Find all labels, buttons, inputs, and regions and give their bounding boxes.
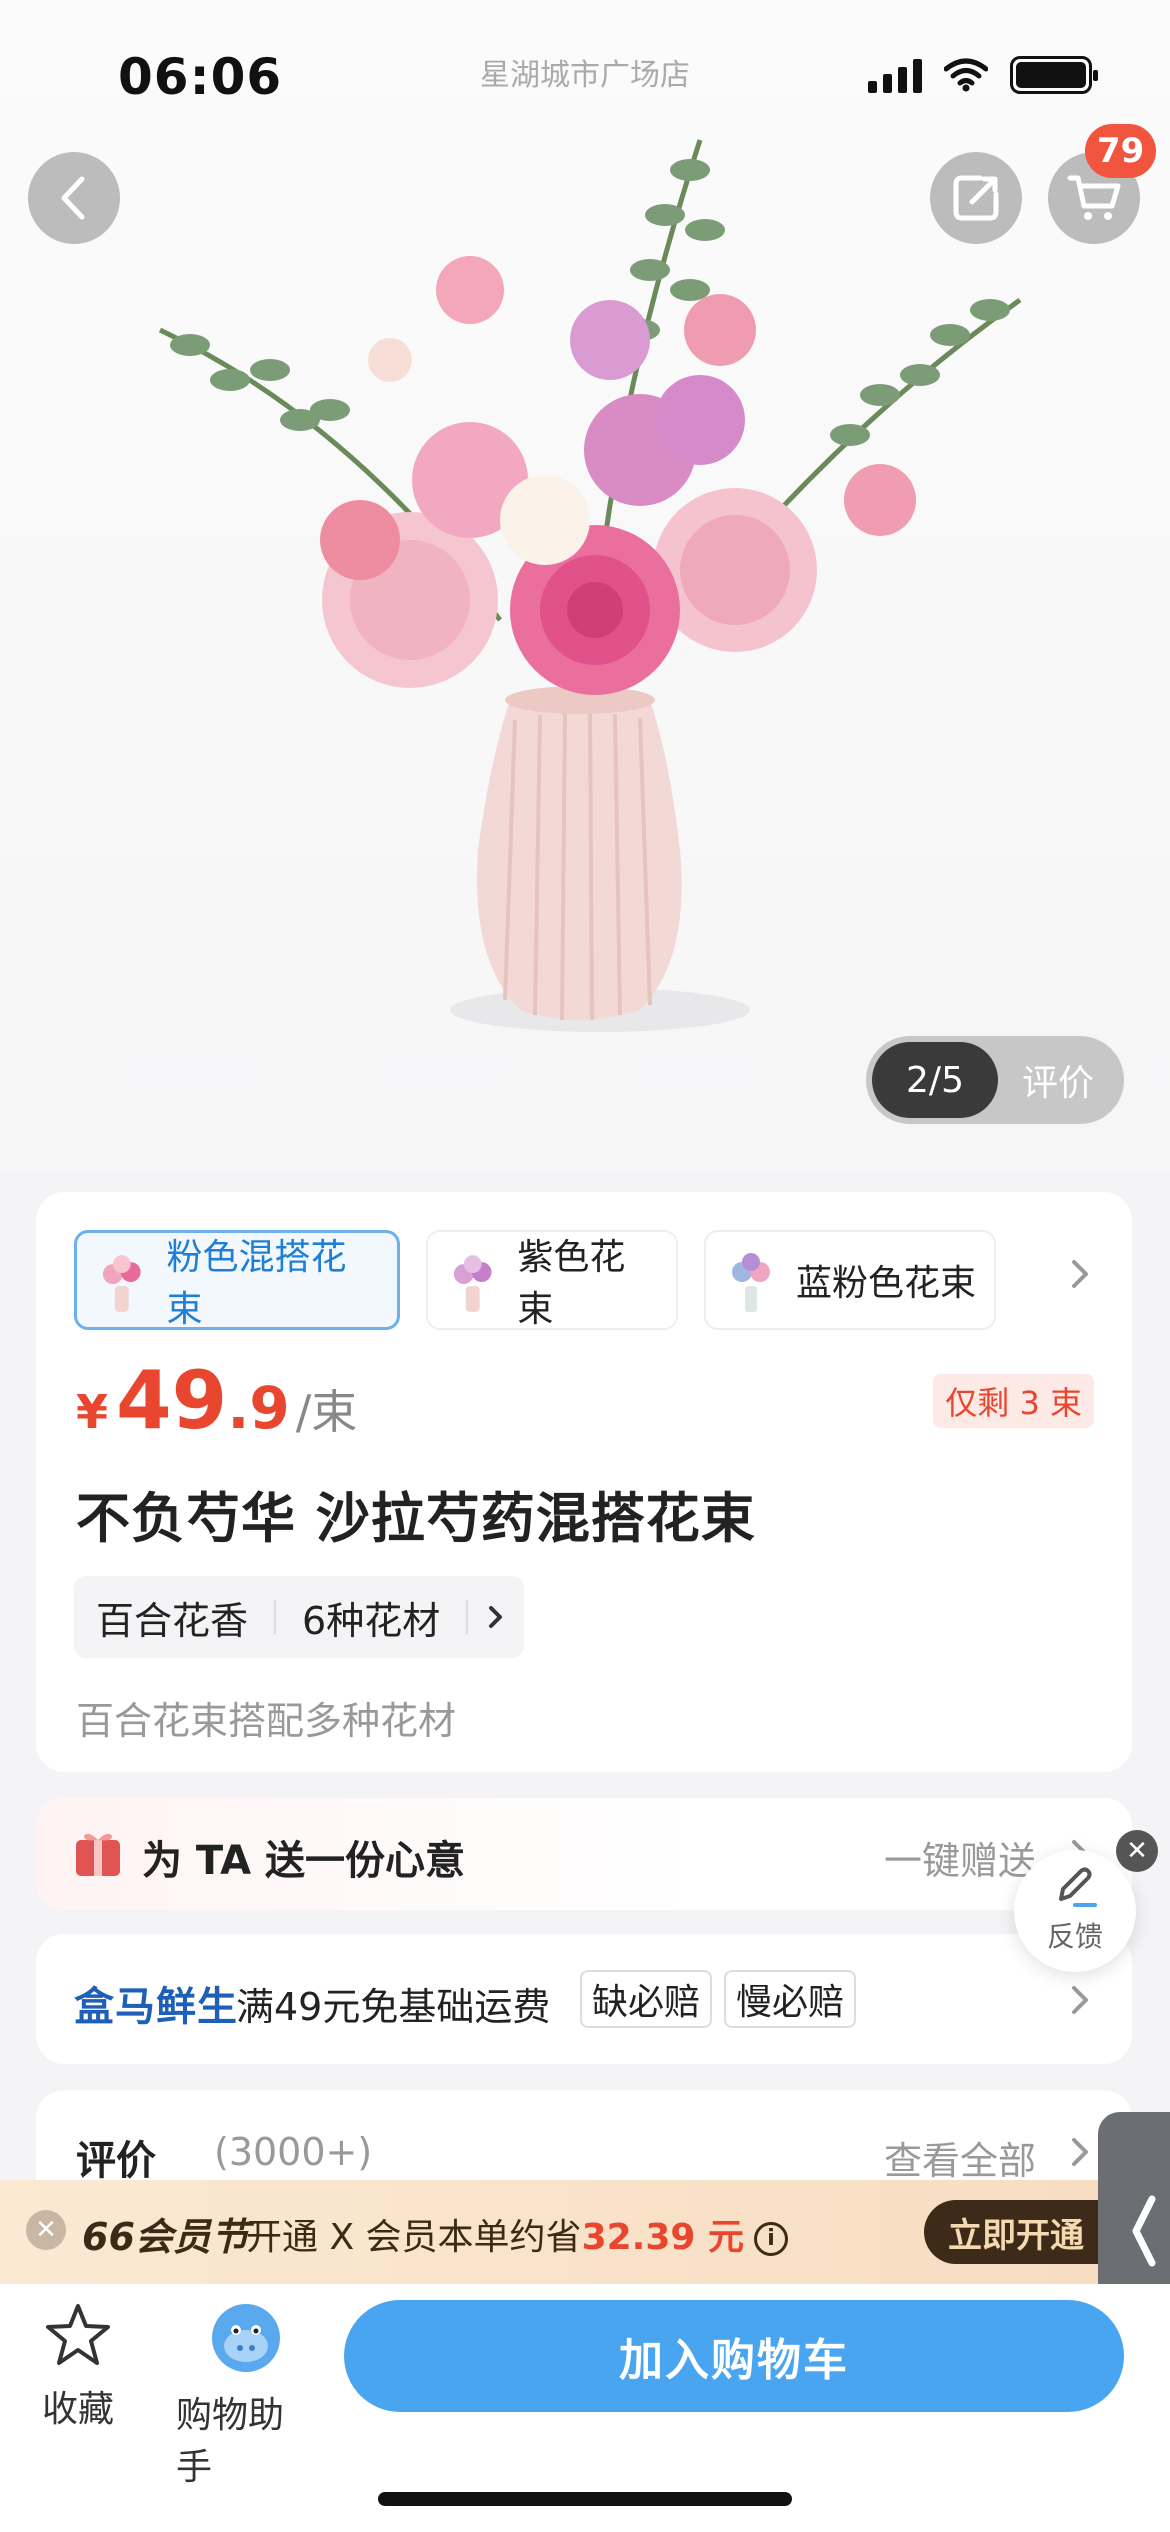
variant-label: 紫色花束 bbox=[517, 1237, 626, 1330]
reviews-count: (3000+) bbox=[214, 2130, 373, 2174]
tag-divider bbox=[274, 1600, 277, 1634]
signal-icon bbox=[868, 57, 922, 93]
chevron-left-icon bbox=[1132, 2195, 1156, 2267]
shipping-row[interactable]: 盒马鲜生 满49元免基础运费 缺必赔 慢必赔 bbox=[36, 1934, 1132, 2064]
product-title: 不负芍华 沙拉芍药混搭花束 bbox=[76, 1487, 756, 1550]
member-savings-amount: 32.39 元 bbox=[581, 2217, 744, 2258]
favorite-button[interactable]: 收藏 bbox=[38, 2302, 118, 2432]
share-button[interactable] bbox=[930, 152, 1022, 244]
price-integer: 49 bbox=[116, 1354, 228, 1447]
member-festival-logo: 66会员节 bbox=[82, 2215, 249, 2259]
gift-row[interactable]: 为 TA 送一份心意 一键赠送 bbox=[36, 1798, 1132, 1910]
product-tag: 6种花材 bbox=[302, 1598, 441, 1643]
wifi-icon bbox=[944, 58, 988, 92]
product-tags[interactable]: 百合花香 6种花材 bbox=[74, 1576, 525, 1658]
product-detail-page: 06:06 星湖城市广场店 79 2/5 评价 粉色混搭花束 紫色花束 蓝粉色花… bbox=[0, 0, 1170, 2532]
battery-icon bbox=[1010, 56, 1098, 94]
variant-label: 蓝粉色花束 bbox=[796, 1263, 977, 1304]
shopping-assistant-button[interactable]: 购物助手 bbox=[176, 2302, 316, 2490]
add-to-cart-button[interactable]: 加入购物车 bbox=[344, 2300, 1124, 2412]
feedback-button[interactable]: 反馈 bbox=[1014, 1850, 1136, 1972]
tag-divider bbox=[466, 1600, 469, 1634]
member-savings-prefix: 开通 X 会员本单约省 bbox=[246, 2217, 582, 2258]
product-info-card: 粉色混搭花束 紫色花束 蓝粉色花束 ¥ 49 .9 /束 仅剩 3 束 不负芍华… bbox=[36, 1192, 1132, 1772]
member-savings-text: 开通 X 会员本单约省32.39 元 i bbox=[246, 2208, 788, 2260]
gallery-page-indicator[interactable]: 2/5 评价 bbox=[866, 1036, 1124, 1124]
star-icon bbox=[46, 2304, 110, 2365]
chevron-right-icon bbox=[1072, 2138, 1088, 2166]
chevron-right-icon[interactable] bbox=[1062, 1256, 1098, 1292]
shipping-text: 满49元免基础运费 bbox=[236, 1985, 551, 2029]
gift-icon bbox=[76, 1833, 120, 1876]
feedback-label: 反馈 bbox=[1046, 1920, 1103, 1953]
gift-title: 为 TA 送一份心意 bbox=[142, 1838, 465, 1884]
variant-thumbnail bbox=[453, 1255, 492, 1312]
member-promo-banner[interactable]: ✕ 66会员节 开通 X 会员本单约省32.39 元i 立即开通 bbox=[0, 2180, 1170, 2284]
variant-option-blue-pink[interactable]: 蓝粉色花束 bbox=[704, 1230, 996, 1330]
variant-thumbnail bbox=[732, 1253, 770, 1312]
product-subtitle: 百合花束搭配多种花材 bbox=[76, 1699, 457, 1743]
variant-option-pink[interactable]: 粉色混搭花束 bbox=[74, 1230, 400, 1330]
variant-option-purple[interactable]: 紫色花束 bbox=[426, 1230, 678, 1330]
price-decimal: .9 bbox=[227, 1374, 290, 1442]
back-button[interactable] bbox=[28, 152, 120, 244]
share-icon bbox=[953, 175, 999, 221]
price-unit: /束 bbox=[295, 1385, 358, 1439]
hippo-mascot-icon bbox=[212, 2304, 280, 2372]
favorite-label: 收藏 bbox=[41, 2389, 114, 2430]
assistant-label: 购物助手 bbox=[176, 2395, 285, 2488]
info-icon[interactable]: i bbox=[753, 2222, 788, 2256]
cart-icon bbox=[1067, 175, 1121, 220]
feedback-close-button[interactable]: ✕ bbox=[1116, 1830, 1158, 1872]
guarantee-tag-missing: 缺必赔 bbox=[580, 1970, 713, 2028]
gallery-page-count: 2/5 bbox=[872, 1042, 998, 1118]
product-price: ¥ 49 .9 /束 bbox=[76, 1354, 357, 1447]
price-currency: ¥ bbox=[76, 1385, 109, 1439]
reviews-view-all[interactable]: 查看全部 bbox=[884, 2130, 1036, 2185]
stock-badge: 仅剩 3 束 bbox=[933, 1374, 1094, 1428]
variant-label: 粉色混搭花束 bbox=[166, 1237, 347, 1330]
gift-action-link[interactable]: 一键赠送 bbox=[884, 1830, 1036, 1885]
product-image-gallery[interactable]: 06:06 星湖城市广场店 79 2/5 评价 bbox=[0, 0, 1170, 1170]
chevron-right-icon bbox=[1072, 1986, 1088, 2014]
chevron-right-icon bbox=[489, 1606, 503, 1628]
product-tag: 百合花香 bbox=[96, 1598, 249, 1643]
chevron-left-icon bbox=[61, 176, 85, 220]
edit-icon bbox=[1059, 1867, 1097, 1907]
reviews-title: 评价 bbox=[76, 2138, 156, 2184]
variant-selector: 粉色混搭花束 紫色花束 蓝粉色花束 bbox=[74, 1230, 996, 1330]
cart-count-badge: 79 bbox=[1085, 124, 1157, 178]
home-indicator bbox=[378, 2492, 792, 2506]
gallery-review-tab[interactable]: 评价 bbox=[998, 1054, 1118, 1106]
variant-thumbnail bbox=[102, 1255, 141, 1312]
guarantee-tag-late: 慢必赔 bbox=[724, 1970, 857, 2028]
banner-close-button[interactable]: ✕ bbox=[26, 2210, 66, 2250]
status-icons bbox=[868, 56, 1098, 94]
brand-label: 盒马鲜生 bbox=[74, 1984, 238, 2030]
